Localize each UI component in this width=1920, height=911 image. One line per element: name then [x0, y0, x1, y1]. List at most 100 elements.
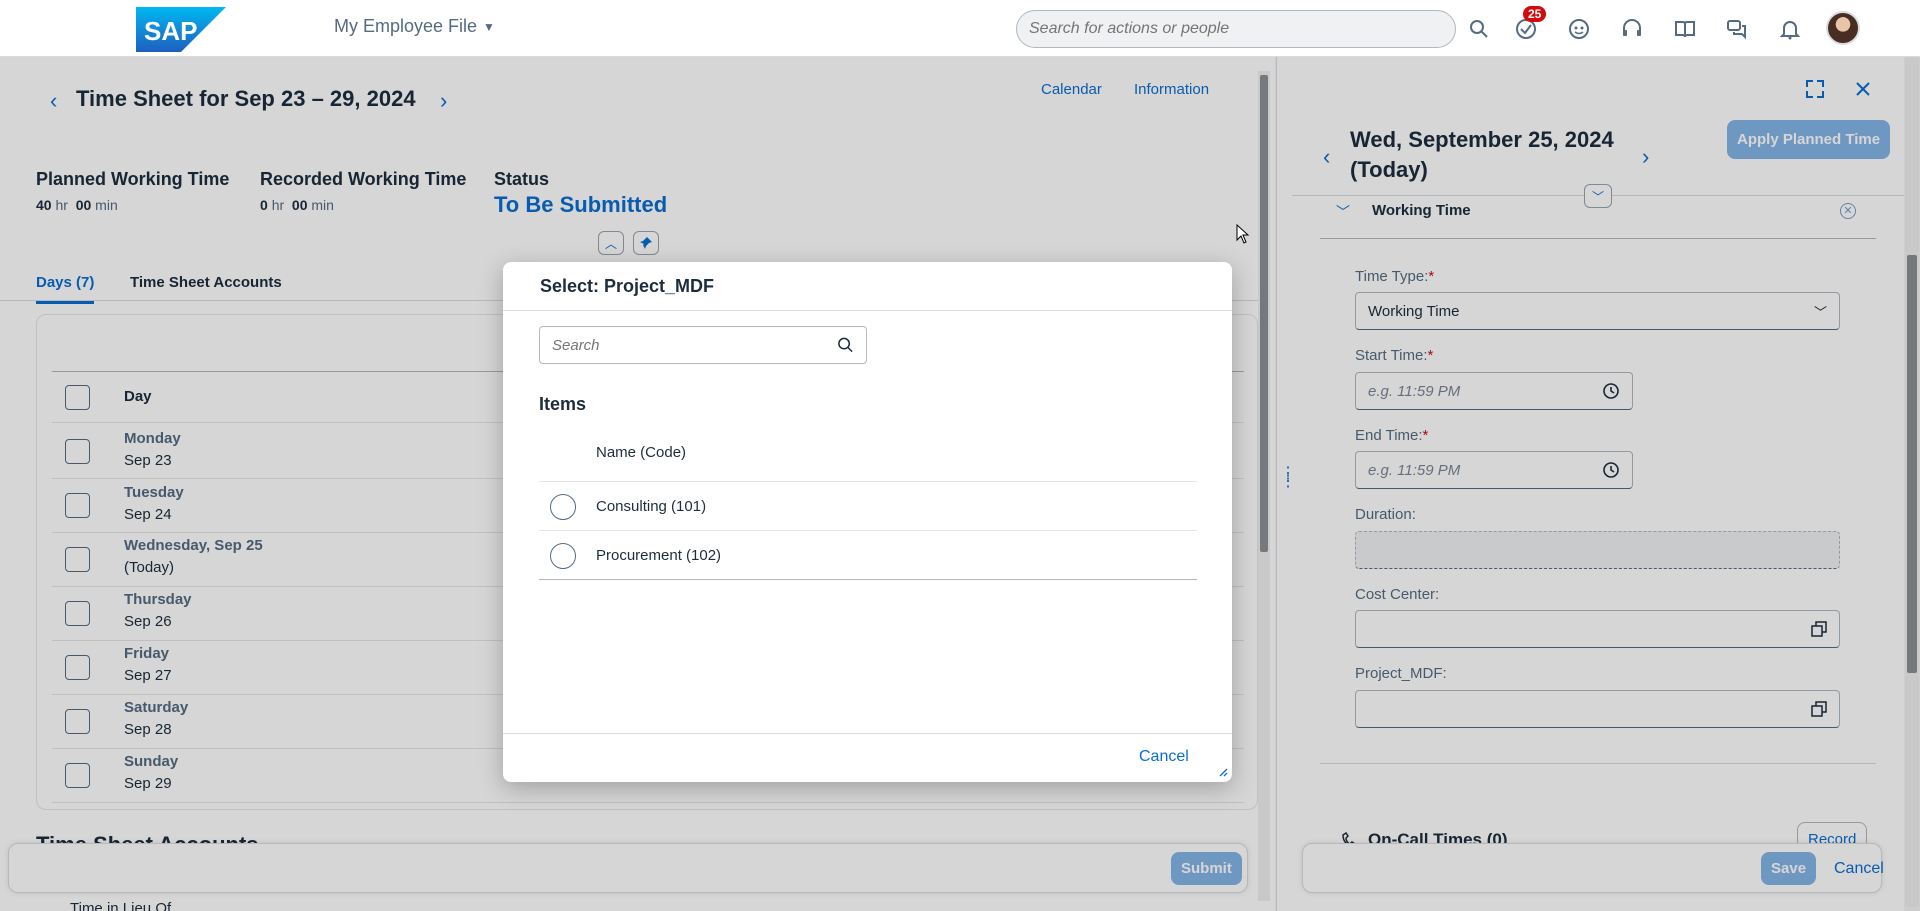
day-date: Sep 28 [124, 721, 172, 738]
section-collapse-chevron-icon[interactable]: ﹀ [1336, 202, 1350, 222]
next-day-arrow-icon[interactable]: › [1642, 144, 1649, 170]
item-radio-button[interactable] [550, 494, 576, 520]
end-time-placeholder: e.g. 11:59 PM [1368, 461, 1461, 479]
panel-cancel-button[interactable]: Cancel [1834, 860, 1884, 878]
table-row-divider [539, 530, 1197, 531]
day-date: Sep 29 [124, 775, 172, 792]
discussion-icon[interactable] [1722, 14, 1752, 44]
recorded-working-time-label: Recorded Working Time [260, 169, 467, 189]
user-avatar[interactable] [1826, 11, 1860, 45]
main-footer-toolbar [8, 843, 1248, 893]
duration-field [1355, 531, 1840, 569]
day-date: Sep 23 [124, 452, 172, 469]
start-time-input[interactable]: e.g. 11:59 PM [1355, 372, 1633, 410]
row-checkbox[interactable] [65, 601, 90, 626]
shell-search-input[interactable] [1029, 20, 1443, 38]
row-checkbox[interactable] [65, 655, 90, 680]
section-divider [1320, 763, 1876, 764]
shell-search-field[interactable] [1016, 10, 1456, 48]
dropdown-arrow-icon: ﹀ [1813, 304, 1827, 320]
headset-icon[interactable] [1617, 14, 1647, 44]
day-name: Sunday [124, 753, 179, 770]
main-scrollbar-thumb[interactable] [1260, 75, 1268, 552]
search-icon[interactable] [837, 336, 854, 354]
book-icon[interactable] [1670, 14, 1700, 44]
end-time-input[interactable]: e.g. 11:59 PM [1355, 451, 1633, 489]
dialog-title: Select: Project_MDF [540, 276, 715, 296]
day-name: Tuesday [124, 484, 184, 501]
calendar-link[interactable]: Calendar [1041, 81, 1102, 98]
start-time-placeholder: e.g. 11:59 PM [1368, 382, 1461, 400]
pin-icon [640, 237, 652, 249]
partial-row-label: Time in Lieu Of [70, 900, 172, 911]
app-title-menu[interactable]: My Employee File ▼ [334, 16, 495, 37]
cost-center-label: Cost Center: [1355, 586, 1440, 603]
svg-text:SAP: SAP [144, 16, 197, 46]
item-label[interactable]: Consulting (101) [596, 498, 706, 515]
row-checkbox[interactable] [65, 763, 90, 788]
panel-scrollbar-thumb[interactable] [1907, 255, 1917, 673]
status-label: Status [494, 169, 550, 189]
time-picker-icon[interactable] [1602, 382, 1620, 400]
value-help-icon[interactable] [1811, 701, 1827, 717]
time-type-select[interactable]: Working Time ﹀ [1355, 292, 1840, 330]
row-checkbox[interactable] [65, 493, 90, 518]
previous-day-arrow-icon[interactable]: ‹ [1323, 144, 1330, 170]
caret-down-icon: ▼ [483, 19, 495, 34]
sap-logo[interactable]: SAP [136, 7, 226, 52]
bell-icon[interactable] [1775, 14, 1805, 44]
time-picker-icon[interactable] [1602, 461, 1620, 479]
cost-center-input[interactable] [1355, 610, 1840, 648]
row-checkbox[interactable] [65, 439, 90, 464]
table-row-divider [539, 579, 1197, 580]
chat-bot-icon[interactable] [1564, 14, 1594, 44]
panel-date-title-line1: Wed, September 25, 2024 [1350, 127, 1614, 152]
time-type-label: Time Type:* [1355, 268, 1435, 285]
select-all-checkbox[interactable] [65, 385, 90, 410]
dialog-search-input[interactable] [552, 336, 838, 354]
duration-label: Duration: [1355, 506, 1416, 523]
app-title: My Employee File [334, 16, 478, 36]
panel-date-title-line2: (Today) [1350, 157, 1428, 182]
chevron-up-icon: ︿ [604, 236, 617, 251]
day-name: Monday [124, 430, 181, 447]
tab-time-sheet-accounts[interactable]: Time Sheet Accounts [130, 274, 282, 291]
page-title: Time Sheet for Sep 23 – 29, 2024 [76, 86, 416, 111]
expand-panel-header-button[interactable]: ﹀ [1584, 184, 1612, 208]
dialog-footer-divider [503, 733, 1232, 734]
row-checkbox[interactable] [65, 709, 90, 734]
day-date: Sep 27 [124, 667, 172, 684]
day-date: Sep 24 [124, 506, 172, 523]
dialog-cancel-button[interactable]: Cancel [1139, 748, 1189, 766]
search-icon[interactable] [1464, 14, 1494, 44]
end-time-label: End Time:* [1355, 427, 1429, 444]
information-link[interactable]: Information [1134, 81, 1209, 98]
item-radio-button[interactable] [550, 543, 576, 569]
day-date: (Today) [124, 559, 175, 576]
item-label[interactable]: Procurement (102) [596, 547, 721, 564]
remove-entry-icon[interactable]: ✕ [1840, 203, 1856, 219]
close-panel-icon[interactable] [1854, 80, 1872, 98]
column-header-day: Day [124, 388, 152, 405]
project-mdf-label: Project_MDF: [1355, 665, 1447, 682]
day-name: Wednesday, Sep 25 [124, 537, 263, 554]
enter-full-screen-icon[interactable] [1804, 78, 1826, 100]
resize-handle-icon[interactable] [1218, 767, 1228, 777]
next-week-arrow-icon[interactable]: › [440, 88, 447, 114]
apply-planned-time-button[interactable]: Apply Planned Time [1727, 120, 1891, 159]
collapse-header-button[interactable]: ︿ [598, 231, 624, 255]
pin-header-button[interactable] [633, 231, 659, 255]
day-name: Saturday [124, 699, 189, 716]
planned-working-time-value: 40 hr 00 min [36, 197, 118, 213]
submit-button[interactable]: Submit [1171, 852, 1242, 885]
project-mdf-input[interactable] [1355, 690, 1840, 728]
notification-badge: 25 [1523, 6, 1547, 22]
dialog-search-field[interactable] [539, 326, 867, 364]
time-type-value: Working Time [1368, 302, 1460, 320]
value-help-icon[interactable] [1811, 621, 1827, 637]
table-row-divider [52, 802, 1244, 803]
previous-week-arrow-icon[interactable]: ‹ [50, 88, 57, 114]
save-button[interactable]: Save [1761, 852, 1817, 885]
row-checkbox[interactable] [65, 547, 90, 572]
table-header-divider [539, 481, 1197, 482]
